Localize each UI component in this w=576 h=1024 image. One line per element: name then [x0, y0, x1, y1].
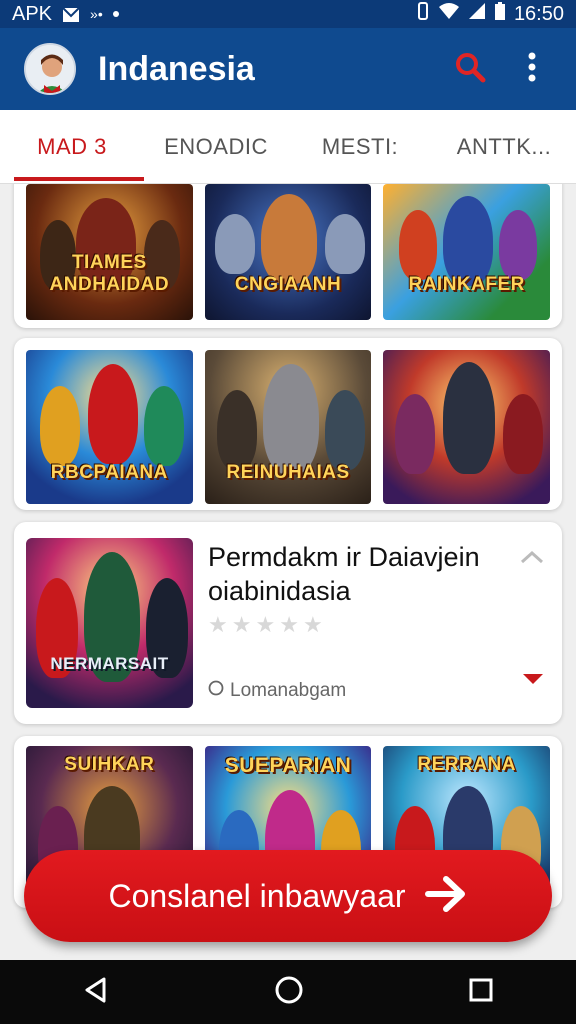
star-icon: ★	[255, 612, 276, 637]
game-tile-title: SUIHKAR	[64, 754, 155, 775]
game-tile[interactable]	[383, 350, 551, 504]
star-icon: ★	[302, 612, 323, 637]
recents-button[interactable]	[468, 977, 494, 1008]
tab-mesti[interactable]: MESTI:	[288, 110, 432, 183]
back-triangle-icon	[82, 977, 110, 1008]
cta-label: Conslanel inbawyaar	[108, 877, 406, 914]
recents-square-icon	[468, 978, 494, 1007]
collapse-button[interactable]	[520, 550, 544, 569]
game-tile[interactable]: CNGIAANH	[204, 184, 372, 320]
more-vert-icon	[527, 52, 537, 87]
expand-button[interactable]	[522, 672, 544, 690]
star-icon: ★	[231, 612, 252, 637]
back-button[interactable]	[82, 976, 110, 1009]
game-tile[interactable]: RAINKAFER	[383, 184, 551, 320]
battery-icon	[494, 1, 506, 27]
featured-game-image: NERMARSAIT	[26, 538, 193, 708]
featured-game-art-title: NERMARSAIT	[50, 654, 169, 673]
game-tile-title: SUEPARIAN	[224, 754, 352, 777]
featured-game-card[interactable]: NERMARSAIT Permdakm ir Daiavjein oiabini…	[14, 522, 562, 724]
tab-mad-3[interactable]: MAD 3	[0, 110, 144, 183]
chevron-up-icon	[520, 550, 544, 568]
game-tile-title: RERRANA	[417, 754, 516, 775]
game-tile[interactable]: REINUHAIAS	[204, 350, 372, 504]
featured-game-meta-text: Lomanabgam	[230, 680, 347, 701]
game-tile[interactable]: RBCPAIANA	[26, 350, 193, 504]
primary-cta-button[interactable]: Conslanel inbawyaar	[24, 850, 552, 942]
notification-dot-icon	[112, 11, 119, 17]
star-icon: ★	[279, 612, 299, 637]
home-circle-icon	[274, 976, 304, 1009]
game-tile-title: CNGIAANH	[234, 274, 342, 295]
wifi-icon	[438, 2, 460, 26]
system-nav-bar	[0, 960, 576, 1024]
app-title: Indanesia	[98, 49, 255, 88]
cast-icon: »•	[90, 6, 103, 22]
vibrate-icon	[416, 2, 430, 26]
clock-time: 16:50	[513, 2, 564, 25]
featured-game-meta: Lomanabgam	[208, 680, 346, 702]
signal-icon	[468, 2, 486, 26]
tab-anttk[interactable]: ANTTK...	[432, 110, 576, 183]
status-label: APK	[12, 2, 53, 25]
star-icon: ★	[208, 612, 228, 637]
more-options-button[interactable]	[512, 49, 552, 89]
tab-enoadic[interactable]: ENOADIC	[144, 110, 288, 183]
game-tile-title: TIAMES ANDHAIDAD	[49, 252, 170, 295]
caret-down-icon	[522, 672, 544, 689]
status-bar: APK »• 16:50	[0, 0, 576, 28]
tab-bar: MAD 3 ENOADIC MESTI: ANTTK...	[0, 110, 576, 184]
game-row-card: RBCPAIANA REINUHAIAS	[14, 338, 562, 510]
game-tile-title: RBCPAIANA	[50, 462, 168, 483]
game-row-card: TIAMES ANDHAIDAD CNGIAANH RAINKAFER	[14, 184, 562, 328]
game-tile-title: REINUHAIAS	[226, 462, 350, 483]
circle-icon	[208, 680, 224, 702]
featured-game-title: Permdakm ir Daiavjein oiabinidasia	[208, 542, 480, 606]
app-bar: Indanesia	[0, 28, 576, 110]
content-feed[interactable]: TIAMES ANDHAIDAD CNGIAANH RAINKAFER RBCP…	[0, 184, 576, 960]
avatar[interactable]	[24, 43, 76, 95]
game-tile[interactable]: TIAMES ANDHAIDAD	[26, 184, 193, 320]
search-button[interactable]	[450, 49, 490, 89]
search-icon	[454, 51, 486, 88]
mail-icon	[62, 6, 80, 22]
arrow-right-icon	[424, 874, 468, 919]
rating-stars: ★ ★ ★ ★ ★	[208, 612, 323, 638]
game-tile-title: RAINKAFER	[408, 274, 525, 295]
home-button[interactable]	[274, 975, 304, 1010]
